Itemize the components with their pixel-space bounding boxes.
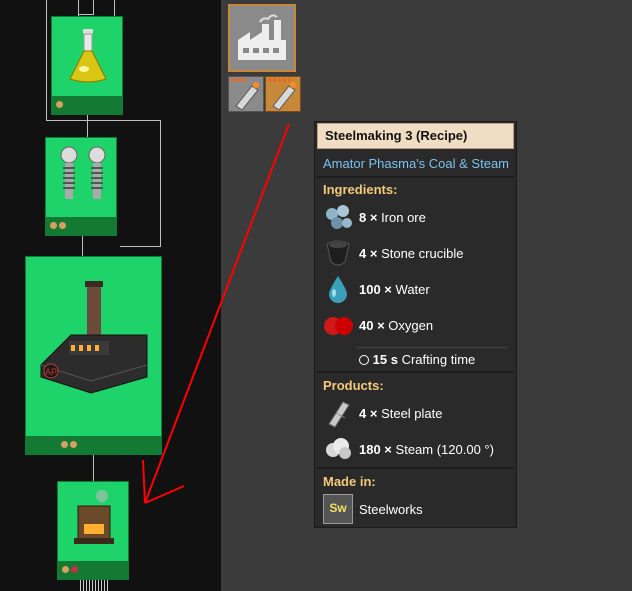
product-row: 180 × Steam (120.00 °) — [323, 434, 513, 466]
products-label: Products: — [323, 378, 384, 393]
water-icon — [329, 276, 347, 303]
crafting-time-value: 15 s — [372, 352, 398, 367]
ingredients-label: Ingredients: — [323, 182, 398, 197]
steel-plate-icon — [328, 401, 350, 428]
ingredient-row: 4 × Stone crucible — [323, 238, 513, 270]
crafting-time: 15 s Crafting time — [359, 352, 475, 367]
ingredient-amount: 4 × — [359, 246, 378, 261]
ingredient-amount: 40 × — [359, 318, 385, 333]
made-in-row: Sw Steelworks — [323, 494, 513, 526]
divider — [317, 467, 514, 469]
steelworks-icon: Sw — [323, 494, 353, 524]
product-name: Steam (120.00 °) — [395, 442, 494, 457]
product-amount: 180 × — [359, 442, 392, 457]
product-row: 4 × Steel plate — [323, 398, 513, 430]
stone-crucible-icon — [326, 240, 350, 266]
divider — [317, 371, 514, 373]
made-in-name: Steelworks — [359, 502, 423, 517]
ingredient-amount: 100 × — [359, 282, 392, 297]
ingredient-name: Water — [395, 282, 430, 297]
divider — [357, 347, 507, 348]
mod-name: Amator Phasma's Coal & Steam — [323, 156, 509, 171]
steam-icon — [326, 438, 351, 459]
ingredient-amount: 8 × — [359, 210, 378, 225]
ingredient-row: 40 × Oxygen — [323, 310, 513, 342]
clock-icon — [359, 355, 369, 365]
oxygen-icon — [324, 317, 353, 335]
iron-ore-icon — [326, 205, 352, 229]
ingredient-row: 100 × Water — [323, 274, 513, 306]
ingredient-row: 8 × Iron ore — [323, 202, 513, 234]
crafting-time-label: Crafting time — [401, 352, 476, 367]
tooltip-title: Steelmaking 3 (Recipe) — [317, 123, 514, 149]
ingredient-name: Stone crucible — [381, 246, 464, 261]
product-name: Steel plate — [381, 406, 443, 421]
made-in-label: Made in: — [323, 474, 376, 489]
divider — [317, 176, 514, 178]
recipe-tooltip: Steelmaking 3 (Recipe) Amator Phasma's C… — [314, 121, 517, 528]
ingredient-name: Iron ore — [381, 210, 426, 225]
product-amount: 4 × — [359, 406, 378, 421]
ingredient-name: Oxygen — [388, 318, 434, 333]
